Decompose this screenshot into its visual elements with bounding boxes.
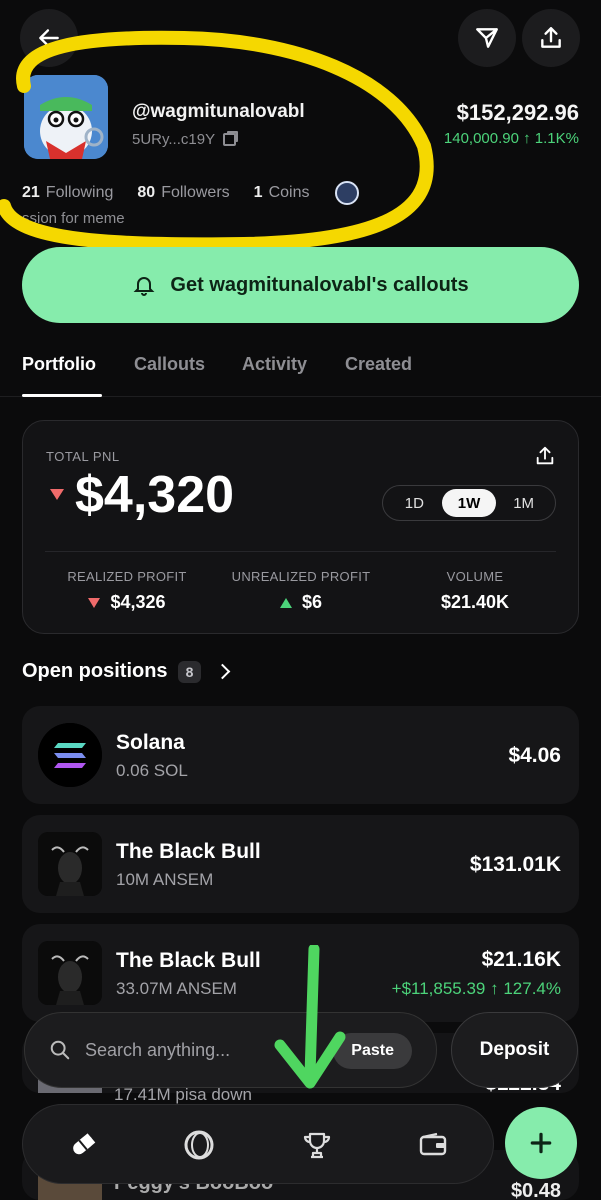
- bell-icon: [134, 277, 155, 296]
- share-icon: [536, 446, 554, 465]
- avatar: [24, 75, 108, 159]
- active-tab-indicator: [22, 394, 102, 397]
- ring-icon: [184, 1130, 214, 1160]
- range-1w[interactable]: 1W: [441, 489, 496, 517]
- balance-change: 140,000.90 ↑ 1.1K%: [443, 130, 579, 147]
- realized-profit-label: REALIZED PROFIT: [67, 569, 187, 584]
- copy-icon[interactable]: [223, 133, 237, 146]
- profile-tabs: Portfolio Callouts Activity Created: [0, 340, 601, 397]
- search-bar[interactable]: Paste: [24, 1012, 437, 1088]
- volume-label: VOLUME: [446, 569, 504, 584]
- tab-activity[interactable]: Activity: [242, 354, 307, 375]
- position-name: Solana: [116, 731, 185, 754]
- get-callouts-label: Get wagmitunalovabl's callouts: [170, 273, 469, 296]
- deposit-button[interactable]: Deposit: [451, 1012, 578, 1088]
- avatar-character-icon: [24, 75, 108, 159]
- coins-stat[interactable]: 1 Coins: [254, 184, 310, 202]
- volume: VOLUME $21.40K: [385, 569, 565, 613]
- black-bull-token-icon: [38, 832, 102, 896]
- position-amount: 33.07M ANSEM: [116, 979, 237, 998]
- range-selector: 1D 1W 1M: [382, 485, 556, 521]
- divider: [45, 551, 556, 552]
- pnl-down-arrow-icon: [50, 489, 64, 500]
- tab-portfolio[interactable]: Portfolio: [22, 354, 96, 375]
- wallet-address-text: 5URy...c19Y: [132, 131, 216, 148]
- coin-icon[interactable]: [335, 181, 360, 205]
- pnl-share-button[interactable]: [534, 445, 556, 467]
- open-positions-title: Open positions: [22, 660, 168, 682]
- followers-count: 80: [137, 184, 156, 201]
- profile-stats: 21 Following 80 Followers 1 Coins: [22, 181, 360, 205]
- send-button[interactable]: [458, 9, 516, 67]
- position-value: $131.01K: [469, 853, 561, 876]
- coins-count: 1: [253, 184, 263, 201]
- wallet-icon: [419, 1132, 447, 1156]
- following-stat[interactable]: 21 Following: [22, 184, 113, 202]
- back-button[interactable]: [20, 9, 78, 67]
- pnl-value: $4,320: [75, 466, 235, 524]
- position-amount: 10M ANSEM: [116, 870, 214, 889]
- nav-discover[interactable]: [181, 1127, 217, 1163]
- position-change: +$11,855.39 ↑ 127.4%: [391, 979, 561, 998]
- range-1m[interactable]: 1M: [497, 489, 551, 517]
- solana-logo-icon: [38, 723, 102, 787]
- add-button[interactable]: [505, 1107, 577, 1179]
- profile-bio: ssion for meme: [22, 210, 125, 227]
- trophy-icon: [303, 1132, 331, 1159]
- following-label: Following: [45, 184, 114, 201]
- pnl-card: TOTAL PNL $4,320 1D 1W 1M REALIZED PROFI…: [22, 420, 579, 634]
- unrealized-profit-value: $6: [301, 592, 323, 612]
- bottom-nav: [22, 1104, 494, 1184]
- portfolio-balance: $152,292.96: [456, 100, 579, 125]
- tab-created[interactable]: Created: [345, 354, 412, 375]
- position-card-solana[interactable]: Solana 0.06 SOL $4.06: [22, 706, 579, 804]
- plus-icon: [530, 1132, 552, 1154]
- search-icon: [50, 1040, 70, 1060]
- nav-pill[interactable]: [65, 1127, 101, 1163]
- open-positions-header[interactable]: Open positions 8: [22, 660, 231, 683]
- wallet-address[interactable]: 5URy...c19Y: [132, 131, 237, 148]
- realized-profit: REALIZED PROFIT $4,326: [37, 569, 217, 613]
- open-positions-count: 8: [177, 660, 202, 683]
- position-name: The Black Bull: [116, 840, 261, 863]
- unrealized-profit: UNREALIZED PROFIT $6: [211, 569, 391, 613]
- realized-profit-value: $4,326: [110, 592, 166, 612]
- unrealized-profit-label: UNREALIZED PROFIT: [231, 569, 371, 584]
- followers-label: Followers: [161, 184, 230, 201]
- following-count: 21: [22, 184, 40, 201]
- up-arrow-icon: [279, 597, 292, 608]
- position-card-black-bull[interactable]: The Black Bull 33.07M ANSEM $21.16K +$11…: [22, 924, 579, 1022]
- position-value: $4.06: [508, 744, 561, 767]
- position-card-black-bull[interactable]: The Black Bull 10M ANSEM $131.01K: [22, 815, 579, 913]
- position-value: $0.48: [510, 1180, 561, 1200]
- range-1d[interactable]: 1D: [387, 489, 441, 517]
- tab-callouts[interactable]: Callouts: [134, 354, 205, 375]
- search-input[interactable]: [85, 1039, 315, 1061]
- pill-icon: [73, 1133, 96, 1155]
- get-callouts-button[interactable]: Get wagmitunalovabl's callouts: [22, 247, 579, 323]
- down-arrow-icon: [88, 597, 101, 608]
- share-button[interactable]: [522, 9, 580, 67]
- arrow-left-icon: [39, 29, 59, 47]
- pnl-label: TOTAL PNL: [46, 449, 120, 464]
- followers-stat[interactable]: 80 Followers: [137, 184, 229, 202]
- position-amount: 0.06 SOL: [116, 761, 188, 780]
- position-name: The Black Bull: [116, 949, 261, 972]
- position-value: $21.16K: [481, 948, 561, 971]
- coins-label: Coins: [268, 184, 310, 201]
- send-icon: [476, 28, 498, 48]
- volume-value: $21.40K: [440, 592, 510, 612]
- black-bull-token-icon: [38, 941, 102, 1005]
- profile-handle: @wagmitunalovabl: [132, 101, 305, 122]
- nav-leaderboard[interactable]: [299, 1127, 335, 1163]
- chevron-right-icon: [215, 663, 231, 680]
- nav-wallet[interactable]: [415, 1127, 451, 1163]
- share-icon: [541, 27, 561, 48]
- paste-button[interactable]: Paste: [333, 1033, 412, 1069]
- position-amount: 17.41M pisa down: [114, 1085, 252, 1104]
